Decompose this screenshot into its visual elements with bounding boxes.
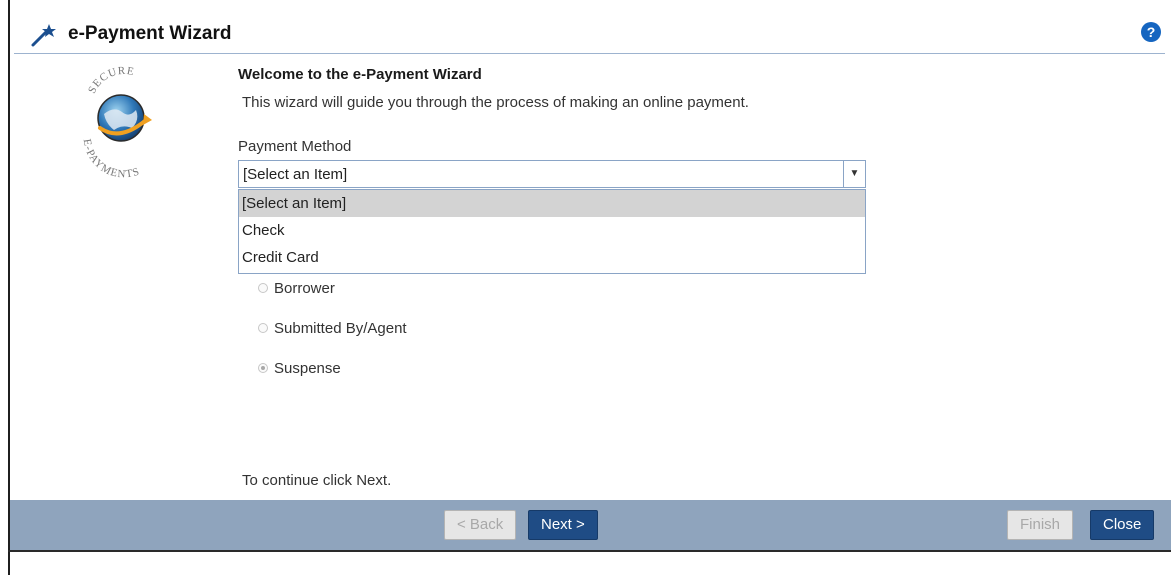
wizard-title: e-Payment Wizard — [68, 23, 232, 44]
payment-method-dropdown: [Select an Item] Check Credit Card — [238, 189, 866, 274]
radio-submitted-by-agent[interactable]: Submitted By/Agent — [258, 320, 407, 337]
radio-suspense[interactable]: Suspense — [258, 360, 341, 377]
logo-bottom-text: E-PAYMENTS — [81, 138, 141, 180]
close-button[interactable]: Close — [1090, 510, 1155, 540]
svg-text:SECURE: SECURE — [86, 65, 136, 96]
radio-borrower[interactable]: Borrower — [258, 280, 335, 297]
finish-button[interactable]: Finish — [1007, 510, 1074, 540]
radio-button-checked[interactable] — [258, 363, 268, 374]
radio-label-borrower: Borrower — [274, 280, 335, 297]
dropdown-option-credit-card[interactable]: Credit Card — [239, 244, 865, 271]
wizard-footer: < Back Next > Finish Close — [10, 500, 1171, 550]
radio-label-suspense: Suspense — [274, 360, 341, 377]
radio-button[interactable] — [258, 283, 268, 294]
help-icon[interactable]: ? — [1141, 22, 1161, 42]
wizard-description: This wizard will guide you through the p… — [242, 94, 749, 111]
dropdown-option-select-an-item[interactable]: [Select an Item] — [239, 190, 865, 217]
svg-text:E-PAYMENTS: E-PAYMENTS — [81, 138, 142, 180]
secure-epayments-logo: SECURE E-PAYMENTS — [74, 62, 174, 182]
wizard-window — [8, 0, 1173, 575]
payment-method-value: [Select an Item] — [243, 166, 348, 183]
continue-instruction: To continue click Next. — [242, 472, 392, 489]
wizard-header: e-Payment Wizard ? — [14, 14, 1165, 54]
dropdown-option-check[interactable]: Check — [239, 217, 865, 244]
welcome-heading: Welcome to the e-Payment Wizard — [238, 66, 482, 83]
window-bottom-border — [8, 550, 1171, 552]
chevron-down-icon[interactable]: ▼ — [843, 161, 865, 187]
back-button[interactable]: < Back — [444, 510, 517, 540]
next-button[interactable]: Next > — [528, 510, 598, 540]
logo-top-text: SECURE — [86, 65, 135, 96]
radio-label-submitted-by-agent: Submitted By/Agent — [274, 320, 407, 337]
radio-button[interactable] — [258, 323, 268, 334]
payment-method-label: Payment Method — [238, 138, 352, 155]
magic-wand-icon — [30, 22, 58, 48]
payment-method-select[interactable]: [Select an Item] ▼ — [238, 160, 866, 188]
